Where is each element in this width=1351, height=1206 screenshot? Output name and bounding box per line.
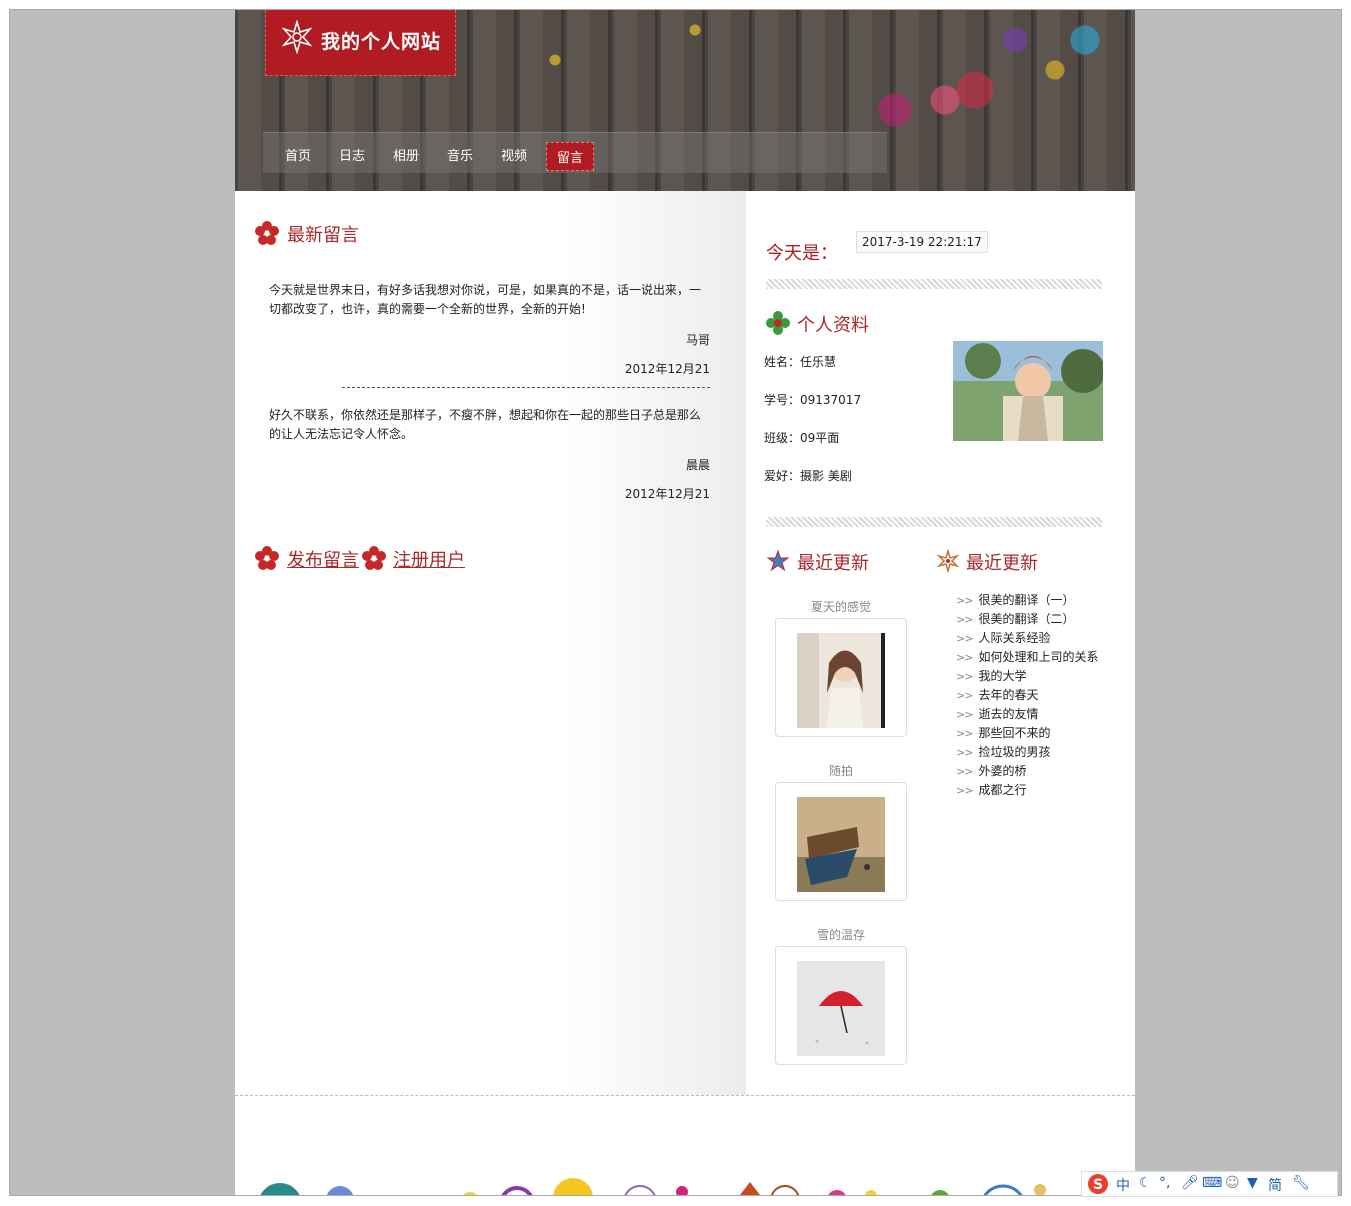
nav-video[interactable]: 视频 — [501, 145, 527, 164]
profile-class: 班级：09平面 — [764, 431, 840, 445]
double-chevron-icon: >> — [956, 784, 973, 797]
nav-album[interactable]: 相册 — [393, 145, 419, 164]
profile-student-id: 学号：09137017 — [764, 393, 862, 407]
skin-icon[interactable]: ▼ — [1247, 1175, 1258, 1191]
nav-blog[interactable]: 日志 — [339, 145, 365, 164]
list-item[interactable]: >> 逝去的友情 — [956, 705, 1098, 724]
divider — [766, 517, 1102, 527]
profile-title: 个人资料 — [797, 315, 869, 336]
nav-home[interactable]: 首页 — [285, 145, 311, 164]
list-item[interactable]: >> 捡垃圾的男孩 — [956, 743, 1098, 762]
double-chevron-icon: >> — [956, 689, 973, 702]
keyboard-icon[interactable]: ⌨ — [1202, 1175, 1222, 1191]
profile-hobby: 爱好：摄影 美剧 — [764, 469, 852, 483]
main-content: 最新留言 今天就是世界末日，有好多话我想对你说，可是，如果真的不是，话一说出来，… — [235, 191, 746, 1095]
red-flower-icon — [255, 546, 279, 570]
nav-music[interactable]: 音乐 — [447, 145, 473, 164]
ime-toolbar: S 中 ☾ °, 🎤︎ ⌨ ☺ ▼ 简 🔧︎ — [1081, 1171, 1338, 1197]
flower-logo-icon — [281, 20, 313, 54]
double-chevron-icon: >> — [956, 708, 973, 721]
double-chevron-icon: >> — [956, 746, 973, 759]
photo-thumbnail[interactable] — [775, 618, 907, 737]
star-flower-icon — [766, 549, 790, 572]
site-header: 我的个人网站 首页 日志 相册 音乐 视频 留言 — [235, 10, 1135, 191]
microphone-icon[interactable]: 🎤︎ — [1181, 1175, 1199, 1191]
ime-chinese-mode[interactable]: 中 — [1116, 1175, 1130, 1195]
latest-messages-title: 最新留言 — [287, 225, 359, 246]
footer-divider — [235, 1095, 1135, 1096]
photo-caption: 随拍 — [828, 764, 853, 778]
double-chevron-icon: >> — [956, 670, 973, 683]
double-chevron-icon: >> — [956, 727, 973, 740]
photo-thumbnail[interactable] — [775, 782, 907, 901]
double-chevron-icon: >> — [956, 613, 973, 626]
list-item[interactable]: >> 如何处理和上司的关系 — [956, 648, 1098, 667]
sogou-logo-icon[interactable]: S — [1085, 1173, 1111, 1195]
list-item[interactable]: >> 人际关系经验 — [956, 629, 1098, 648]
red-flower-icon — [255, 221, 279, 245]
list-item[interactable]: >> 很美的翻译（一） — [956, 591, 1098, 610]
divider — [766, 279, 1102, 289]
green-flower-icon — [766, 311, 790, 335]
nav-guestbook[interactable]: 留言 — [546, 142, 595, 171]
recent-posts-title: 最近更新 — [966, 553, 1038, 574]
double-chevron-icon: >> — [956, 594, 973, 607]
photo-thumbnail[interactable] — [775, 946, 907, 1065]
recent-photos-title: 最近更新 — [797, 553, 869, 574]
list-item[interactable]: >> 外婆的桥 — [956, 762, 1098, 781]
profile-photo — [953, 341, 1103, 441]
current-datetime: 2017-3-19 22:21:17 — [856, 231, 988, 253]
photo-caption: 夏天的感觉 — [810, 600, 871, 614]
photo-caption: 雪的温存 — [816, 928, 865, 942]
list-item[interactable]: >> 成都之行 — [956, 781, 1098, 800]
photo-image — [797, 633, 885, 728]
wrench-icon[interactable]: 🔧︎ — [1292, 1175, 1310, 1191]
message-divider — [342, 387, 710, 388]
post-message-link[interactable]: 发布留言 — [287, 546, 359, 572]
user-icon[interactable]: ☺ — [1225, 1175, 1240, 1191]
page: 我的个人网站 首页 日志 相册 音乐 视频 留言 最新留言 今天就是世界末日，有… — [235, 10, 1135, 1195]
ime-simplified-mode[interactable]: 简 — [1268, 1175, 1282, 1195]
double-chevron-icon: >> — [956, 632, 973, 645]
sidebar: 今天是： 2017-3-19 22:21:17 个人资料 姓名：任乐慧 学号：0… — [746, 191, 1135, 1095]
red-flower-icon — [362, 546, 386, 570]
message-text: 今天就是世界末日，有好多话我想对你说，可是，如果真的不是，话一说出来，一切都改变… — [269, 283, 702, 316]
double-chevron-icon: >> — [956, 765, 973, 778]
list-item[interactable]: >> 那些回不来的 — [956, 724, 1098, 743]
outline-flower-icon — [936, 549, 960, 573]
list-item[interactable]: >> 我的大学 — [956, 667, 1098, 686]
photo-image — [797, 797, 885, 892]
message-text: 好久不联系，你依然还是那样子，不瘦不胖，想起和你在一起的那些日子总是那么的让人无… — [269, 408, 702, 441]
main-nav: 首页 日志 相册 音乐 视频 留言 — [263, 132, 887, 173]
message-date: 2012年12月21 — [624, 487, 710, 501]
double-chevron-icon: >> — [956, 651, 973, 664]
message-date: 2012年12月21 — [624, 362, 710, 376]
profile-name: 姓名：任乐慧 — [764, 355, 837, 369]
list-item[interactable]: >> 很美的翻译（二） — [956, 610, 1098, 629]
message-author: 晨晨 — [685, 458, 710, 472]
register-link[interactable]: 注册用户 — [393, 546, 465, 572]
recent-posts-list: >> 很美的翻译（一） >> 很美的翻译（二） >> 人际关系经验 >> 如何处理和上司… — [956, 591, 1098, 800]
site-title: 我的个人网站 — [321, 31, 442, 53]
footer-flower-border — [260, 1178, 1046, 1195]
photo-image — [797, 961, 885, 1056]
punctuation-icon[interactable]: °, — [1159, 1175, 1170, 1191]
site-logo[interactable]: 我的个人网站 — [265, 10, 456, 76]
today-label: 今天是： — [766, 243, 838, 264]
message-author: 马哥 — [685, 333, 710, 347]
svg-text:S: S — [1093, 1177, 1103, 1193]
list-item[interactable]: >> 去年的春天 — [956, 686, 1098, 705]
moon-icon[interactable]: ☾ — [1139, 1175, 1152, 1191]
